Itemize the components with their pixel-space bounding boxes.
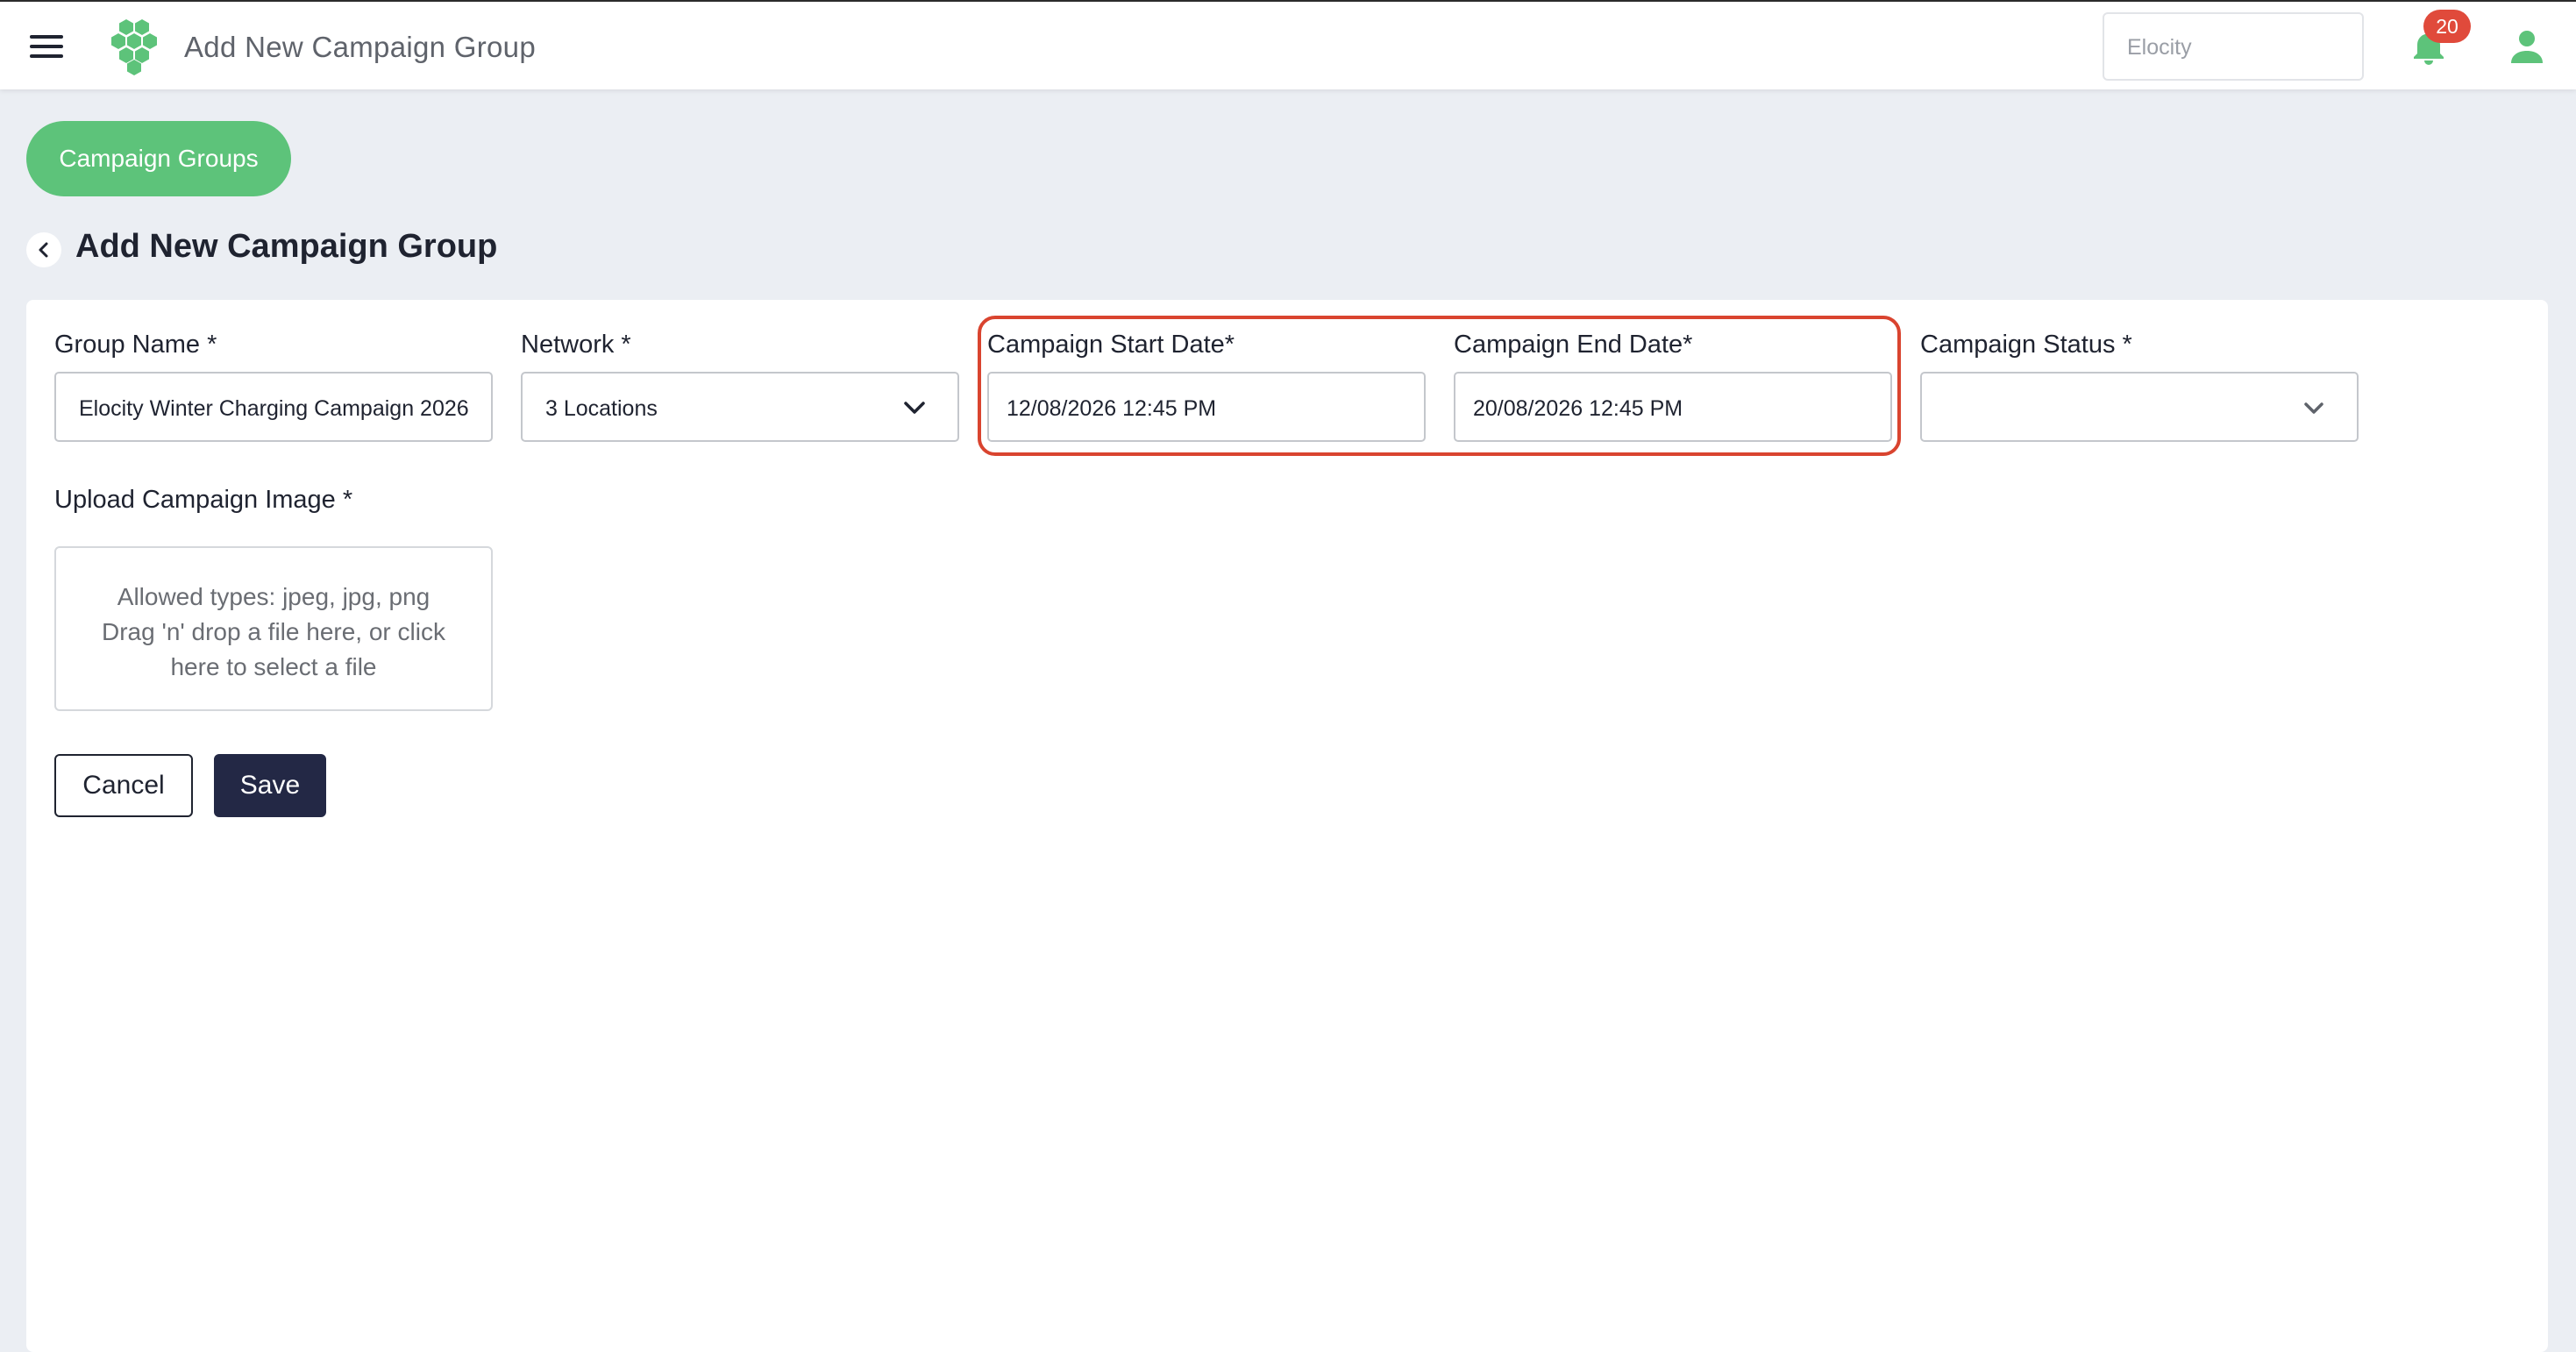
app-title: Add New Campaign Group: [184, 31, 536, 63]
image-dropzone[interactable]: Allowed types: jpeg, jpg, png Drag 'n' d…: [54, 546, 493, 711]
campaign-start-date-label: Campaign Start Date*: [987, 331, 1235, 359]
chevron-down-icon: [2304, 402, 2323, 414]
dropzone-instructions-line2: here to select a file: [170, 653, 377, 680]
group-name-label: Group Name *: [54, 331, 217, 359]
back-button[interactable]: [26, 232, 61, 267]
cancel-button[interactable]: Cancel: [54, 754, 193, 817]
campaign-groups-breadcrumb-button[interactable]: Campaign Groups: [26, 121, 291, 196]
campaign-status-select[interactable]: [1920, 372, 2359, 442]
group-name-input[interactable]: Elocity Winter Charging Campaign 2026: [54, 372, 493, 442]
top-bar: Add New Campaign Group Elocity 20: [0, 0, 2576, 89]
page-title: Add New Campaign Group: [75, 228, 498, 265]
chevron-down-icon: [904, 402, 925, 414]
hamburger-menu-icon[interactable]: [30, 32, 65, 61]
save-button[interactable]: Save: [214, 754, 326, 817]
app-logo: [111, 19, 157, 75]
upload-campaign-image-label: Upload Campaign Image *: [54, 486, 353, 514]
campaign-start-date-input[interactable]: 12/08/2026 12:45 PM: [987, 372, 1426, 442]
chevron-left-icon: [39, 242, 48, 258]
campaign-end-date-input[interactable]: 20/08/2026 12:45 PM: [1454, 372, 1892, 442]
dropzone-allowed-types: Allowed types: jpeg, jpg, png: [117, 583, 431, 610]
notification-count-badge: 20: [2423, 10, 2471, 43]
network-label: Network *: [521, 331, 631, 359]
user-icon[interactable]: [2509, 28, 2544, 67]
network-select[interactable]: 3 Locations: [521, 372, 959, 442]
organization-selector[interactable]: Elocity: [2103, 12, 2364, 81]
campaign-status-label: Campaign Status *: [1920, 331, 2132, 359]
form-card: [26, 300, 2548, 1352]
dropzone-instructions-line1: Drag 'n' drop a file here, or click: [102, 618, 445, 645]
network-select-value: 3 Locations: [545, 396, 658, 421]
campaign-end-date-label: Campaign End Date*: [1454, 331, 1693, 359]
